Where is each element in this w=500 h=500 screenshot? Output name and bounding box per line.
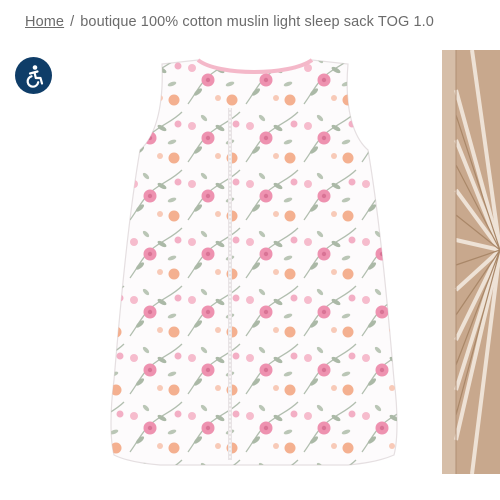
breadcrumb-current: boutique 100% cotton muslin light sleep … <box>80 14 434 30</box>
breadcrumb-separator: / <box>70 14 75 30</box>
accessibility-button[interactable] <box>15 57 52 94</box>
sleep-sack-product-image[interactable] <box>68 50 440 472</box>
breadcrumb-home-link[interactable]: Home <box>25 14 64 30</box>
breadcrumb: Home / boutique 100% cotton muslin light s… <box>25 14 434 30</box>
decor-thumbnail-image[interactable] <box>442 50 500 474</box>
wheelchair-accessibility-icon <box>26 64 43 88</box>
